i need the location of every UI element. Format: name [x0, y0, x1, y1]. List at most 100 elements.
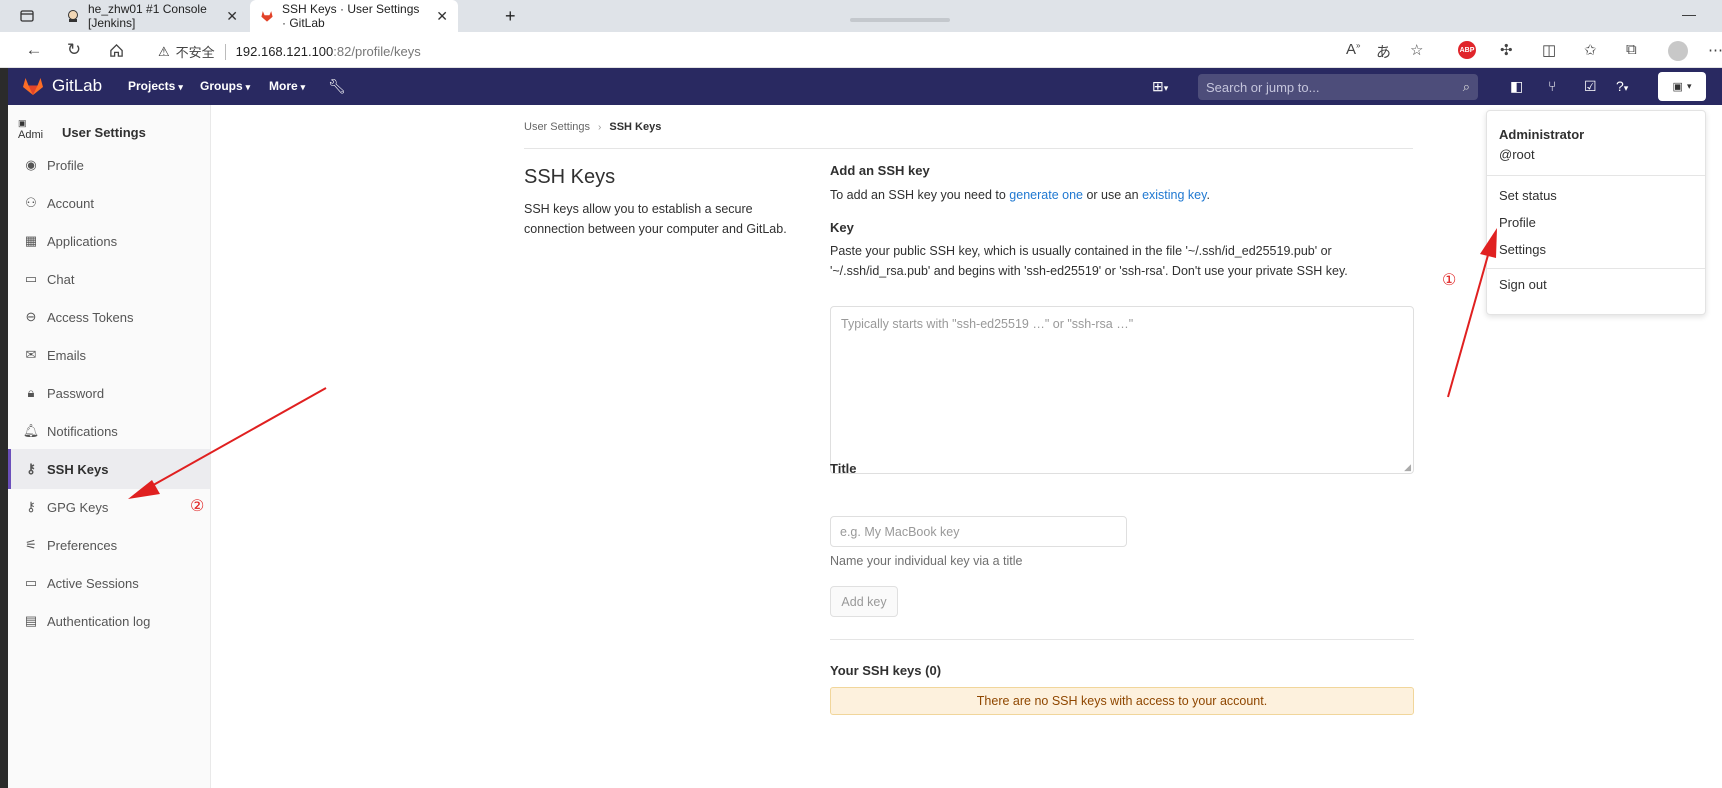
sidebar-item-gpg-keys[interactable]: ⚷ GPG Keys [8, 487, 210, 527]
sidebar-item-applications[interactable]: ▦ Applications [8, 221, 210, 261]
user-settings-sidebar: ▣ Admi User Settings ◉ Profile ⚇ Account ▦ App… [8, 105, 211, 788]
sidebar-item-chat[interactable]: ▭ Chat [8, 259, 210, 299]
plus-icon[interactable]: + [505, 0, 516, 32]
bell-icon: 🔔︎ [22, 423, 40, 438]
nav-projects-label: Projects [128, 79, 176, 93]
title-input[interactable]: e.g. My MacBook key [830, 516, 1127, 547]
user-display-name: Administrator [1499, 127, 1585, 142]
avatar: ▣ Admi [18, 118, 44, 141]
tab-label: he_zhw01 #1 Console [Jenkins] [88, 2, 207, 30]
close-icon[interactable]: ✕ [226, 8, 238, 25]
home-icon[interactable] [106, 40, 126, 60]
token-icon: ⊖ [25, 309, 37, 324]
sidebar-item-label: Emails [47, 347, 87, 363]
close-icon[interactable]: ✕ [436, 8, 448, 25]
gitlab-logo[interactable]: GitLab [22, 76, 102, 96]
left-window-edge [0, 68, 8, 788]
sidebar-item-label: SSH Keys [47, 461, 109, 477]
intro-text: . [1206, 188, 1210, 202]
form-heading: Add an SSH key [830, 163, 930, 178]
sidebar-item-access-tokens[interactable]: ⊖ Access Tokens [8, 297, 210, 337]
chevron-down-icon: ▾ [300, 82, 306, 92]
back-icon[interactable]: ← [24, 40, 44, 60]
new-item-icon[interactable]: ⊞▾ [1152, 78, 1168, 95]
merge-requests-icon[interactable]: ⑂ [1548, 78, 1556, 94]
applications-icon: ▦ [24, 233, 38, 248]
more-options-icon[interactable]: ⋯ [1708, 41, 1722, 59]
help-icon[interactable]: ?▾ [1616, 78, 1628, 94]
nav-projects[interactable]: Projects ▾ [128, 79, 183, 93]
todos-icon[interactable]: ☑ [1584, 78, 1597, 95]
sidebar-item-password[interactable]: 🔒︎ Password [8, 373, 210, 413]
gitlab-tanuki-icon [23, 78, 43, 95]
issues-icon[interactable]: ◧ [1510, 78, 1523, 95]
security-label: 不安全 [175, 45, 215, 60]
your-keys-heading: Your SSH keys (0) [830, 663, 942, 678]
read-aloud-icon[interactable]: A» [1346, 41, 1360, 58]
key-icon: ⚷ [26, 499, 36, 514]
sidebar-item-preferences[interactable]: ⚟ Preferences [8, 525, 210, 565]
chat-icon: ▭ [24, 271, 38, 286]
browser-tab-gitlab[interactable]: SSH Keys · User Settings · GitLab ✕ [250, 0, 458, 32]
minimize-icon[interactable]: — [1682, 6, 1696, 22]
browser-tab-bar: he_zhw01 #1 Console [Jenkins] ✕ SSH Keys… [0, 0, 1722, 32]
sidebar-header[interactable]: ▣ Admi User Settings [18, 117, 146, 147]
sidebar-item-label: Active Sessions [47, 575, 139, 591]
nav-more[interactable]: More ▾ [269, 79, 305, 93]
tab-actions-icon[interactable] [20, 0, 34, 32]
favorites-icon[interactable]: ✩ [1584, 41, 1597, 59]
breadcrumb-divider [524, 148, 1413, 149]
favorite-add-icon[interactable]: ☆ [1410, 41, 1423, 59]
collections-icon[interactable]: ⧉ [1626, 41, 1637, 58]
search-input[interactable]: Search or jump to... ⌕ [1198, 74, 1478, 100]
existing-key-link[interactable]: existing key [1142, 188, 1206, 202]
annotation-mark-2: ② [190, 498, 205, 515]
sidebar-item-emails[interactable]: ✉ Emails [8, 335, 210, 375]
gitlab-brand: GitLab [52, 76, 103, 95]
key-textarea[interactable]: Typically starts with "ssh-ed25519 …" or… [830, 306, 1414, 474]
preferences-icon: ⚟ [25, 537, 37, 552]
sidebar-item-label: Authentication log [47, 613, 151, 629]
adblock-icon[interactable]: ABP [1458, 41, 1476, 59]
sidebar-item-label: Applications [47, 233, 118, 249]
dropdown-divider [1487, 175, 1705, 176]
nav-groups[interactable]: Groups ▾ [200, 79, 250, 93]
sidebar-item-account[interactable]: ⚇ Account [8, 183, 210, 223]
menu-item-profile[interactable]: Profile [1499, 215, 1536, 230]
sidebar-item-profile[interactable]: ◉ Profile [8, 145, 210, 185]
admin-wrench-icon[interactable]: 🔧︎ [328, 78, 346, 95]
dropdown-divider [1487, 268, 1705, 269]
url-field[interactable]: ⚠ 不安全 192.168.121.100 :82 /profile/keys [158, 42, 421, 61]
menu-item-settings[interactable]: Settings [1499, 242, 1546, 257]
intro-text: To add an SSH key you need to [830, 188, 1010, 202]
browser-tab-jenkins[interactable]: he_zhw01 #1 Console [Jenkins] ✕ [56, 0, 248, 32]
sidebar-item-authentication-log[interactable]: ▤ Authentication log [8, 601, 210, 641]
user-menu-button[interactable]: ▣ ▾ [1658, 72, 1706, 101]
sidebar-item-active-sessions[interactable]: ▭ Active Sessions [8, 563, 210, 603]
search-placeholder: Search or jump to... [1206, 80, 1320, 95]
warning-icon: ⚠ [158, 43, 170, 59]
user-dropdown-menu: Administrator @root Set status Profile S… [1486, 110, 1706, 315]
window-drag-handle[interactable] [850, 18, 950, 22]
extensions-icon[interactable]: ✣ [1500, 41, 1513, 59]
sidebar-item-notifications[interactable]: 🔔︎ Notifications [8, 411, 210, 451]
add-key-button[interactable]: Add key [830, 586, 898, 617]
sidebar-item-ssh-keys[interactable]: ⚷ SSH Keys [8, 449, 210, 489]
split-screen-icon[interactable]: ◫ [1542, 41, 1556, 59]
annotation-mark-1: ① [1442, 272, 1457, 289]
menu-item-set-status[interactable]: Set status [1499, 188, 1557, 203]
menu-item-sign-out[interactable]: Sign out [1499, 277, 1547, 292]
resize-handle-icon[interactable]: ◢ [1404, 462, 1411, 473]
nav-more-label: More [269, 79, 298, 93]
generate-one-link[interactable]: generate one [1009, 188, 1083, 202]
chevron-down-icon: ▾ [245, 82, 251, 92]
profile-avatar-icon[interactable] [1668, 41, 1688, 61]
gitlab-favicon-icon [260, 8, 274, 24]
sidebar-item-label: Access Tokens [47, 309, 134, 325]
page-description: SSH keys allow you to establish a secure… [524, 202, 787, 236]
breadcrumb-current[interactable]: SSH Keys [609, 121, 661, 133]
translate-icon[interactable]: あ [1376, 41, 1391, 62]
breadcrumb-parent[interactable]: User Settings [524, 121, 590, 133]
nav-groups-label: Groups [200, 79, 243, 93]
reload-icon[interactable]: ↻ [64, 40, 84, 60]
